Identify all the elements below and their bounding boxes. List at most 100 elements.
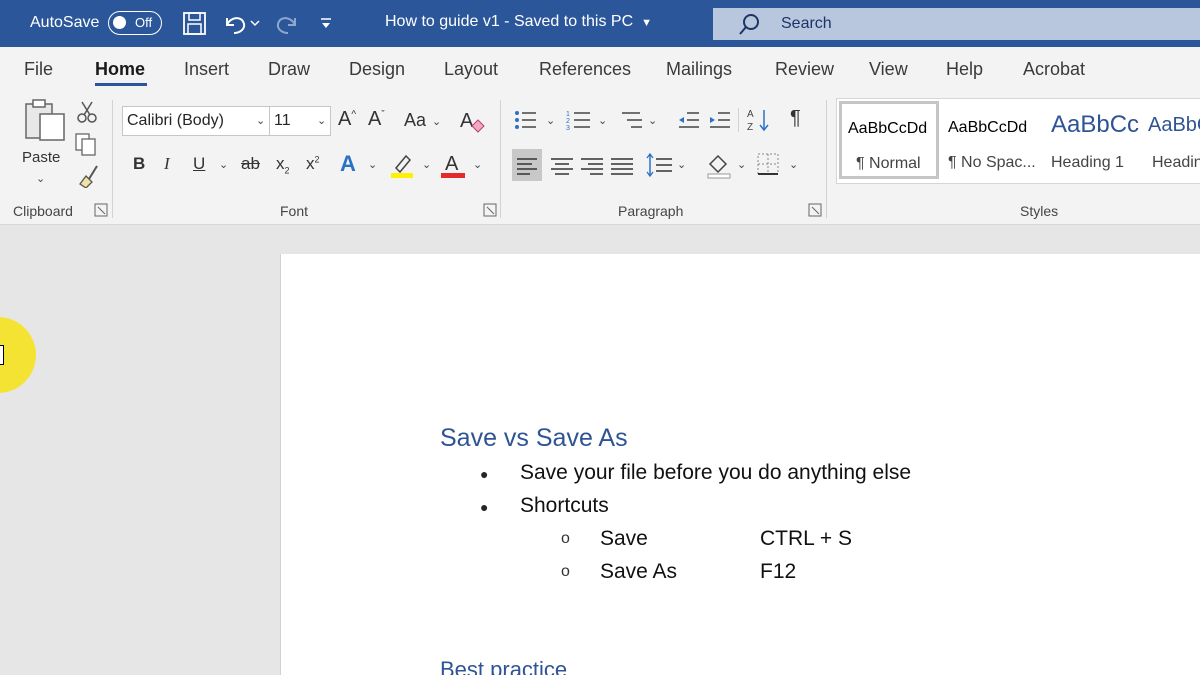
cut-icon[interactable] bbox=[76, 100, 98, 124]
heading-save-vs-save-as[interactable]: Save vs Save As bbox=[440, 424, 628, 453]
style-heading-2[interactable]: AaBbC Headin bbox=[1146, 101, 1200, 179]
text-effects-button[interactable]: A bbox=[340, 151, 356, 177]
bullets-icon[interactable] bbox=[514, 108, 538, 132]
borders-dropdown-icon[interactable]: ⌄ bbox=[789, 158, 798, 171]
paste-label[interactable]: Paste bbox=[22, 149, 60, 166]
tab-home[interactable]: Home bbox=[95, 59, 145, 80]
shortcut-keys[interactable]: CTRL + S bbox=[760, 527, 852, 551]
subscript-label: x bbox=[276, 154, 285, 173]
font-launcher-icon[interactable] bbox=[483, 203, 497, 217]
shading-icon[interactable] bbox=[706, 150, 732, 180]
search-box[interactable]: Search bbox=[713, 8, 1200, 40]
bullets-dropdown-icon[interactable]: ⌄ bbox=[546, 114, 555, 127]
svg-text:Z: Z bbox=[747, 122, 753, 133]
toggle-knob bbox=[113, 16, 126, 29]
autosave-state: Off bbox=[135, 15, 153, 30]
bullet-item[interactable]: Shortcuts bbox=[520, 494, 609, 518]
mouse-cursor-icon bbox=[0, 345, 4, 365]
format-painter-icon[interactable] bbox=[74, 162, 100, 188]
clear-formatting-icon[interactable]: A bbox=[458, 106, 486, 134]
borders-icon[interactable] bbox=[756, 152, 780, 176]
line-spacing-dropdown-icon[interactable]: ⌄ bbox=[677, 158, 686, 171]
font-size-dropdown-icon[interactable]: ⌄ bbox=[317, 114, 326, 127]
sub-bullet-marker: o bbox=[561, 563, 570, 580]
customize-qat-icon[interactable] bbox=[318, 10, 334, 38]
tab-view[interactable]: View bbox=[869, 59, 908, 80]
tab-layout[interactable]: Layout bbox=[444, 59, 498, 80]
heading-best-practice[interactable]: Best practice bbox=[440, 657, 567, 675]
style-heading-1[interactable]: AaBbCc Heading 1 bbox=[1043, 101, 1145, 179]
copy-icon[interactable] bbox=[74, 132, 98, 156]
tab-help[interactable]: Help bbox=[946, 59, 983, 80]
style-normal[interactable]: AaBbCcDd ¶ Normal bbox=[839, 101, 939, 179]
redo-icon[interactable] bbox=[272, 10, 302, 38]
numbering-dropdown-icon[interactable]: ⌄ bbox=[598, 114, 607, 127]
tab-design[interactable]: Design bbox=[349, 59, 405, 80]
align-left-button[interactable] bbox=[512, 149, 542, 181]
svg-text:1: 1 bbox=[566, 111, 570, 118]
svg-text:A: A bbox=[747, 109, 754, 120]
tab-insert[interactable]: Insert bbox=[184, 59, 229, 80]
multilevel-list-icon[interactable] bbox=[618, 108, 644, 132]
document-page[interactable]: Save vs Save As ● Save your file before … bbox=[280, 254, 1200, 675]
increase-indent-icon[interactable] bbox=[708, 108, 732, 132]
bold-button[interactable]: B bbox=[133, 154, 145, 174]
tab-file[interactable]: File bbox=[24, 59, 53, 80]
grow-font-icon[interactable]: A^ bbox=[338, 108, 356, 131]
font-name-box[interactable]: Calibri (Body) bbox=[122, 106, 270, 136]
font-color-icon[interactable]: A bbox=[440, 150, 466, 180]
change-case-dropdown-icon[interactable]: ⌄ bbox=[432, 115, 441, 128]
bullet-item[interactable]: Save your file before you do anything el… bbox=[520, 461, 911, 485]
text-effects-dropdown-icon[interactable]: ⌄ bbox=[368, 158, 377, 171]
document-title-text: How to guide v1 - Saved to this PC bbox=[385, 13, 634, 30]
justify-icon[interactable] bbox=[608, 149, 636, 181]
show-hide-marks-icon[interactable]: ¶ bbox=[790, 107, 801, 130]
decrease-indent-icon[interactable] bbox=[677, 108, 701, 132]
tab-review[interactable]: Review bbox=[775, 59, 834, 80]
shortcut-label[interactable]: Save bbox=[600, 527, 648, 551]
paste-dropdown-icon[interactable]: ⌄ bbox=[36, 172, 45, 185]
style-no-spacing[interactable]: AaBbCcDd ¶ No Spac... bbox=[940, 101, 1042, 179]
strikethrough-button[interactable]: ab bbox=[241, 154, 260, 174]
undo-icon[interactable] bbox=[222, 10, 262, 38]
svg-text:3: 3 bbox=[566, 125, 570, 132]
sort-icon[interactable]: AZ bbox=[746, 106, 772, 134]
title-bar: AutoSave Off How to guide v1 - Saved to … bbox=[0, 0, 1200, 47]
highlight-dropdown-icon[interactable]: ⌄ bbox=[422, 158, 431, 171]
paragraph-group-label: Paragraph bbox=[618, 203, 684, 219]
ribbon-separator bbox=[826, 100, 827, 218]
superscript-button[interactable]: x2 bbox=[306, 154, 320, 174]
multilevel-list-dropdown-icon[interactable]: ⌄ bbox=[648, 114, 657, 127]
shading-dropdown-icon[interactable]: ⌄ bbox=[737, 158, 746, 171]
tab-acrobat[interactable]: Acrobat bbox=[1023, 59, 1085, 80]
highlight-icon[interactable] bbox=[390, 150, 416, 180]
style-sample: AaBbCcDd bbox=[948, 119, 1028, 136]
change-case-label: Aa bbox=[404, 110, 427, 130]
align-center-icon[interactable] bbox=[548, 149, 576, 181]
shortcut-label[interactable]: Save As bbox=[600, 560, 677, 584]
search-icon bbox=[739, 14, 759, 35]
italic-button[interactable]: I bbox=[164, 154, 170, 174]
save-icon[interactable] bbox=[182, 10, 208, 38]
align-right-icon[interactable] bbox=[578, 149, 606, 181]
paste-icon[interactable] bbox=[22, 98, 68, 144]
change-case-button[interactable]: Aa bbox=[404, 110, 426, 131]
underline-dropdown-icon[interactable]: ⌄ bbox=[219, 158, 228, 171]
clipboard-launcher-icon[interactable] bbox=[94, 203, 108, 217]
document-title[interactable]: How to guide v1 - Saved to this PC ▼ bbox=[385, 13, 652, 31]
line-spacing-icon[interactable] bbox=[646, 150, 674, 180]
tab-draw[interactable]: Draw bbox=[268, 59, 310, 80]
ribbon: Paste ⌄ Clipboard Calibri (Body) ⌄ 11 ⌄ … bbox=[0, 94, 1200, 225]
tab-mailings[interactable]: Mailings bbox=[666, 59, 732, 80]
underline-button[interactable]: U bbox=[193, 154, 205, 174]
subscript-button[interactable]: x2 bbox=[276, 154, 290, 175]
shortcut-keys[interactable]: F12 bbox=[760, 560, 796, 584]
font-name-dropdown-icon[interactable]: ⌄ bbox=[256, 114, 265, 127]
tab-references[interactable]: References bbox=[539, 59, 631, 80]
paragraph-launcher-icon[interactable] bbox=[808, 203, 822, 217]
ribbon-separator bbox=[738, 108, 739, 132]
numbering-icon[interactable]: 123 bbox=[566, 108, 592, 132]
shrink-font-icon[interactable]: Aˇ bbox=[368, 108, 385, 131]
font-color-dropdown-icon[interactable]: ⌄ bbox=[473, 158, 482, 171]
autosave-toggle[interactable]: Off bbox=[108, 11, 162, 35]
